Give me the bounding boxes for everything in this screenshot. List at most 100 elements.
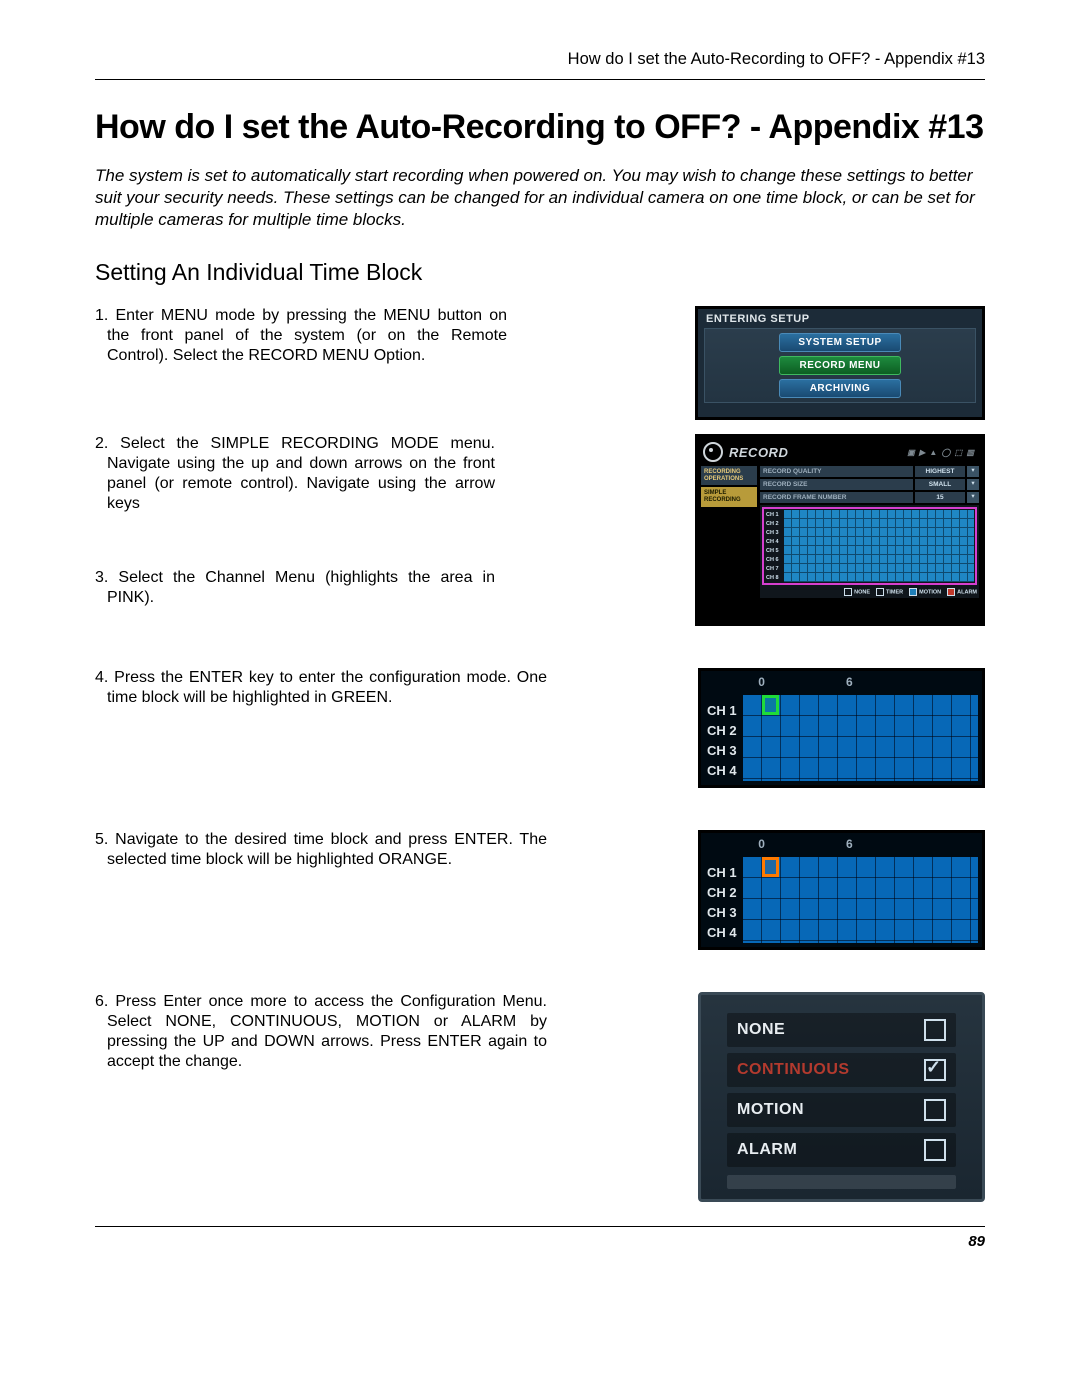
figure-2-body: RECORDING OPERATIONS SIMPLE RECORDING RE…: [701, 466, 979, 598]
step-3-text: 3. Select the Channel Menu (highlights t…: [95, 568, 495, 608]
grid-ch4-label: CH 4: [765, 539, 784, 545]
grid-orange-ch1: CH 1: [707, 863, 737, 883]
section-heading: Setting An Individual Time Block: [95, 259, 985, 286]
grid-ch6-cells[interactable]: [784, 555, 974, 564]
grid-ch2-label: CH 2: [765, 521, 784, 527]
highlight-green[interactable]: [762, 695, 779, 715]
menu-archiving[interactable]: ARCHIVING: [779, 379, 901, 398]
step-row-4: 4. Press the ENTER key to enter the conf…: [95, 640, 985, 788]
grid-ch3-label: CH 3: [765, 530, 784, 536]
disc-icon: [703, 442, 723, 462]
setting-frame: RECORD FRAME NUMBER 15 ▾: [760, 492, 979, 503]
setting-frame-value[interactable]: 15: [915, 492, 965, 503]
step-5-text: 5. Navigate to the desired time block an…: [95, 830, 547, 870]
step-1-text: 1. Enter MENU mode by pressing the MENU …: [95, 306, 507, 366]
highlight-orange[interactable]: [762, 857, 779, 877]
page-number: 89: [968, 1233, 985, 1250]
legend-alarm: ALARM: [957, 590, 977, 596]
legend-timer: TIMER: [886, 590, 903, 596]
step-6-text: 6. Press Enter once more to access the C…: [95, 992, 547, 1072]
figure-5-wrap: NONE CONTINUOUS MOTION ALARM: [698, 992, 985, 1202]
figure-2-legend: NONE TIMER MOTION ALARM: [762, 588, 977, 596]
figure-3-axis: 0 6: [741, 675, 982, 689]
axis-0-b: 0: [747, 837, 777, 851]
page-footer: 89: [95, 1226, 985, 1250]
grid-ch7-label: CH 7: [765, 566, 784, 572]
tab-recording-operations[interactable]: RECORDING OPERATIONS: [701, 466, 757, 485]
grid-ch4-cells[interactable]: [784, 537, 974, 546]
figure-2-channel-grid[interactable]: CH 1 CH 2 CH 3 CH 4 CH 5 CH 6 CH 7 CH 8: [762, 507, 977, 585]
menu-system-setup[interactable]: SYSTEM SETUP: [779, 333, 901, 352]
option-motion-checkbox[interactable]: [924, 1099, 946, 1121]
tab-simple-recording[interactable]: SIMPLE RECORDING: [701, 487, 757, 506]
grid-orange-ch4: CH 4: [707, 923, 737, 943]
grid-green-ch4: CH 4: [707, 761, 737, 781]
grid-ch8-cells[interactable]: [784, 573, 974, 582]
setting-size-dropdown-icon[interactable]: ▾: [967, 479, 979, 490]
legend-none: NONE: [854, 590, 870, 596]
grid-ch1-cells[interactable]: [784, 510, 974, 519]
option-none[interactable]: NONE: [727, 1013, 956, 1047]
steps-list: 1. Enter MENU mode by pressing the MENU …: [95, 306, 985, 1216]
axis-6: 6: [777, 675, 982, 689]
axis-6-b: 6: [777, 837, 982, 851]
grid-ch3-cells[interactable]: [784, 528, 974, 537]
grid-orange-ch2: CH 2: [707, 883, 737, 903]
figure-config-menu: NONE CONTINUOUS MOTION ALARM: [698, 992, 985, 1202]
figure-5-footer-bar: [727, 1175, 956, 1189]
option-continuous[interactable]: CONTINUOUS: [727, 1053, 956, 1087]
step-row-5: 5. Navigate to the desired time block an…: [95, 802, 985, 950]
intro-paragraph: The system is set to automatically start…: [95, 165, 985, 231]
option-none-label: NONE: [737, 1021, 924, 1039]
option-motion-label: MOTION: [737, 1101, 924, 1119]
menu-record-menu[interactable]: RECORD MENU: [779, 356, 901, 375]
grid-green-ch2: CH 2: [707, 721, 737, 741]
figure-1-title: ENTERING SETUP: [704, 313, 976, 325]
figure-2-toolbar-icons: ▣ ▶ ▲ ◯ ⬚ ▥: [794, 448, 975, 457]
option-alarm-checkbox[interactable]: [924, 1139, 946, 1161]
setting-quality-label: RECORD QUALITY: [760, 466, 913, 477]
axis-0: 0: [747, 675, 777, 689]
step-4-text: 4. Press the ENTER key to enter the conf…: [95, 668, 547, 708]
setting-quality-dropdown-icon[interactable]: ▾: [967, 466, 979, 477]
figure-grid-orange: CH 1 CH 2 CH 3 CH 4 0 6: [698, 830, 985, 950]
setting-size: RECORD SIZE SMALL ▾: [760, 479, 979, 490]
legend-none-icon: [844, 588, 852, 596]
option-motion[interactable]: MOTION: [727, 1093, 956, 1127]
option-none-checkbox[interactable]: [924, 1019, 946, 1041]
figure-4-grid-area: 0 6: [741, 833, 982, 947]
step-2-text: 2. Select the SIMPLE RECORDING MODE menu…: [95, 434, 495, 514]
figure-4-channels: CH 1 CH 2 CH 3 CH 4: [701, 833, 741, 947]
option-alarm[interactable]: ALARM: [727, 1133, 956, 1167]
figure-3-col: CH 1 CH 2 CH 3 CH 4 0 6: [547, 668, 985, 788]
setting-frame-dropdown-icon[interactable]: ▾: [967, 492, 979, 503]
page-title: How do I set the Auto-Recording to OFF? …: [95, 108, 985, 147]
grid-ch7-cells[interactable]: [784, 564, 974, 573]
grid-ch2-cells[interactable]: [784, 519, 974, 528]
grid-green-ch1: CH 1: [707, 701, 737, 721]
figure-entering-setup: ENTERING SETUP SYSTEM SETUP RECORD MENU …: [695, 306, 985, 420]
grid-ch5-label: CH 5: [765, 548, 784, 554]
grid-ch1-label: CH 1: [765, 512, 784, 518]
figure-4-axis: 0 6: [741, 837, 982, 851]
step-row-1: 1. Enter MENU mode by pressing the MENU …: [95, 306, 985, 420]
figure-2-right: RECORD QUALITY HIGHEST ▾ RECORD SIZE SMA…: [760, 466, 979, 598]
option-continuous-label: CONTINUOUS: [737, 1061, 924, 1079]
figure-3-grid-area: 0 6: [741, 671, 982, 785]
option-continuous-checkbox[interactable]: [924, 1059, 946, 1081]
legend-motion-icon: [909, 588, 917, 596]
page: How do I set the Auto-Recording to OFF? …: [0, 0, 1080, 1397]
legend-alarm-icon: [947, 588, 955, 596]
figure-5-col: NONE CONTINUOUS MOTION ALARM: [547, 992, 985, 1202]
grid-ch8-label: CH 8: [765, 575, 784, 581]
grid-orange-ch3: CH 3: [707, 903, 737, 923]
grid-green-ch3: CH 3: [707, 741, 737, 761]
grid-ch5-cells[interactable]: [784, 546, 974, 555]
setting-size-value[interactable]: SMALL: [915, 479, 965, 490]
figure-3-channels: CH 1 CH 2 CH 3 CH 4: [701, 671, 741, 785]
legend-motion: MOTION: [919, 590, 941, 596]
figure-2-grid-wrap: CH 1 CH 2 CH 3 CH 4 CH 5 CH 6 CH 7 CH 8: [760, 505, 979, 598]
setting-quality-value[interactable]: HIGHEST: [915, 466, 965, 477]
setting-frame-label: RECORD FRAME NUMBER: [760, 492, 913, 503]
step-row-6: 6. Press Enter once more to access the C…: [95, 964, 985, 1202]
